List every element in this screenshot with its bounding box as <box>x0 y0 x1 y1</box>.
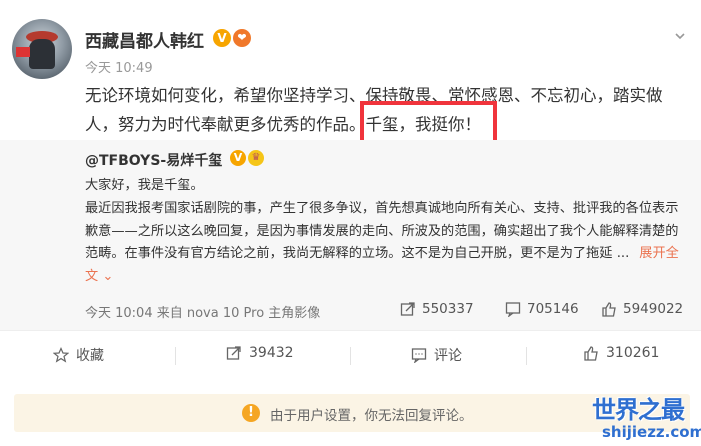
repost-meta[interactable]: 今天 10:04 来自 nova 10 Pro 主角影像 <box>85 302 320 321</box>
star-icon <box>53 347 69 363</box>
comment-icon <box>505 302 521 317</box>
repost-text: 大家好，我是千玺。 最近因我报考国家话剧院的事，产生了很多争议，首先想真诚地向所… <box>85 175 691 289</box>
chevron-down-icon[interactable] <box>674 30 686 42</box>
divider <box>0 330 701 331</box>
heart-badge-icon: ❤ <box>233 29 251 47</box>
action-separator <box>526 347 527 365</box>
repost-crown-badge-icon: ♛ <box>248 150 264 166</box>
favorite-button[interactable]: 收藏 <box>53 345 104 365</box>
warning-icon: ! <box>242 404 260 422</box>
repost-comment-count: 705146 <box>527 301 579 317</box>
repost-verified-badge-icon: V <box>230 150 246 166</box>
share-icon <box>400 302 415 316</box>
repost-button[interactable]: 39432 <box>226 345 294 361</box>
repost-like-count: 5949022 <box>623 301 684 317</box>
avatar-figure-shape <box>29 39 55 69</box>
author-name[interactable]: 西藏昌都人韩红 <box>85 27 204 52</box>
repost-author[interactable]: @TFBOYS-易烊千玺 <box>85 150 222 170</box>
action-separator <box>175 347 176 365</box>
thumbs-up-icon <box>584 346 598 361</box>
repost-share-stat[interactable]: 550337 <box>400 301 474 317</box>
like-button[interactable]: 310261 <box>583 345 659 361</box>
comment-label: 评论 <box>434 348 462 364</box>
watermark-url: shijiezz.com <box>602 423 701 441</box>
share-icon <box>226 346 241 360</box>
highlight-box <box>360 101 497 145</box>
weibo-post: 西藏昌都人韩红 V ❤ 今天 10:49 无论环境如何变化，希望你坚持学习、保持… <box>0 0 701 446</box>
thumbs-up-icon <box>602 302 616 317</box>
author-avatar[interactable] <box>12 19 72 79</box>
repost-like-stat[interactable]: 5949022 <box>601 301 683 317</box>
repost-text-body: 大家好，我是千玺。 最近因我报考国家话剧院的事，产生了很多争议，首先想真诚地向所… <box>85 178 679 262</box>
reply-disabled-notice: ! 由于用户设置，你无法回复评论。 <box>14 394 690 432</box>
repost-comment-stat[interactable]: 705146 <box>505 301 579 317</box>
post-timestamp[interactable]: 今天 10:49 <box>85 57 153 76</box>
action-separator <box>350 347 351 365</box>
repost-count: 39432 <box>249 345 294 361</box>
post-actions-bar: 收藏 39432 评论 310261 <box>0 333 701 377</box>
verified-badge-icon: V <box>213 29 231 47</box>
watermark-title: 世界之最 <box>592 396 685 424</box>
avatar-flag-shape <box>16 47 30 57</box>
comment-button[interactable]: 评论 <box>411 345 462 365</box>
comment-icon <box>411 348 427 363</box>
repost-share-count: 550337 <box>422 301 474 317</box>
favorite-label: 收藏 <box>76 348 104 364</box>
site-watermark: 世界之最 shijiezz.com <box>590 390 701 446</box>
notice-text: 由于用户设置，你无法回复评论。 <box>270 408 473 424</box>
like-count: 310261 <box>606 345 660 361</box>
